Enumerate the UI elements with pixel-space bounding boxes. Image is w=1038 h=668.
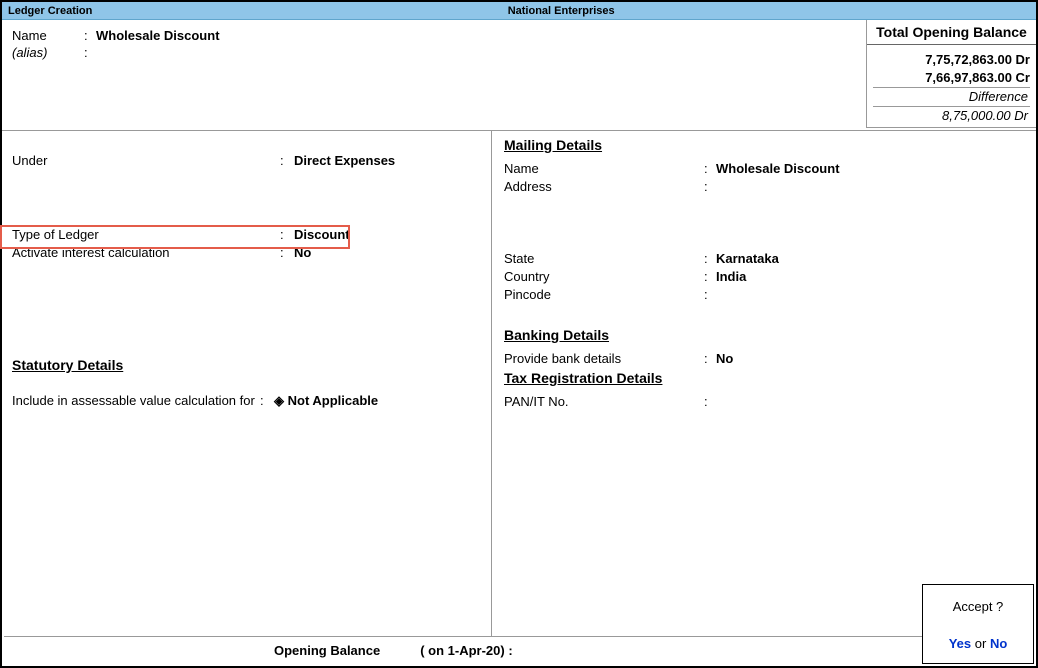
banking-details-heading: Banking Details bbox=[504, 327, 1026, 343]
statutory-details-heading: Statutory Details bbox=[12, 357, 481, 373]
opening-balance-date: ( on 1-Apr-20) : bbox=[420, 643, 512, 658]
activate-interest-label: Activate interest calculation bbox=[12, 245, 280, 260]
opening-balance-label: Opening Balance bbox=[274, 643, 380, 658]
mailing-details-heading: Mailing Details bbox=[504, 137, 1026, 153]
header-area: Name : Wholesale Discount (alias) : Tota… bbox=[2, 20, 1036, 130]
name-label: Name bbox=[12, 28, 84, 43]
accept-options: Yes or No bbox=[923, 636, 1033, 651]
type-of-ledger-label: Type of Ledger bbox=[12, 227, 280, 242]
accept-question: Accept ? bbox=[923, 599, 1033, 614]
assessable-label: Include in assessable value calculation … bbox=[12, 393, 260, 408]
title-company-name: National Enterprises bbox=[92, 5, 1030, 17]
opening-balance-cr: 7,66,97,863.00 Cr bbox=[873, 69, 1030, 87]
provide-bank-details-label: Provide bank details bbox=[504, 351, 704, 366]
accept-or-text: or bbox=[971, 636, 990, 651]
mailing-name-label: Name bbox=[504, 161, 704, 176]
colon: : bbox=[280, 227, 294, 242]
under-value[interactable]: Direct Expenses bbox=[294, 153, 395, 168]
alias-label: (alias) bbox=[12, 45, 84, 60]
pincode-label: Pincode bbox=[504, 287, 704, 302]
colon: : bbox=[280, 153, 294, 168]
mailing-address-label: Address bbox=[504, 179, 704, 194]
pan-label: PAN/IT No. bbox=[504, 394, 704, 409]
accept-dialog: Accept ? Yes or No bbox=[922, 584, 1034, 664]
colon: : bbox=[704, 351, 716, 366]
provide-bank-details-value[interactable]: No bbox=[716, 351, 733, 366]
title-bar: Ledger Creation National Enterprises bbox=[2, 2, 1036, 20]
opening-balance-diff-label: Difference bbox=[873, 87, 1030, 107]
opening-balance-diff-value: 8,75,000.00 Dr bbox=[873, 107, 1030, 125]
country-label: Country bbox=[504, 269, 704, 284]
opening-balance-dr: 7,75,72,863.00 Dr bbox=[873, 51, 1030, 69]
colon: : bbox=[84, 45, 96, 60]
colon: : bbox=[704, 287, 716, 302]
colon: : bbox=[280, 245, 294, 260]
tax-registration-heading: Tax Registration Details bbox=[504, 370, 1026, 386]
activate-interest-value[interactable]: No bbox=[294, 245, 311, 260]
mailing-name-value[interactable]: Wholesale Discount bbox=[716, 161, 840, 176]
total-opening-balance-panel: Total Opening Balance 7,75,72,863.00 Dr … bbox=[866, 20, 1036, 128]
total-opening-balance-title: Total Opening Balance bbox=[867, 20, 1036, 45]
colon: : bbox=[704, 269, 716, 284]
under-label: Under bbox=[12, 153, 280, 168]
colon: : bbox=[260, 393, 274, 408]
accept-no-button[interactable]: No bbox=[990, 636, 1007, 651]
accept-yes-button[interactable]: Yes bbox=[949, 636, 971, 651]
country-value[interactable]: India bbox=[716, 269, 746, 284]
state-value[interactable]: Karnataka bbox=[716, 251, 779, 266]
colon: : bbox=[704, 161, 716, 176]
right-pane: Mailing Details Name : Wholesale Discoun… bbox=[492, 131, 1036, 637]
colon: : bbox=[704, 179, 716, 194]
main-area: Under : Direct Expenses Type of Ledger :… bbox=[2, 131, 1036, 637]
left-pane: Under : Direct Expenses Type of Ledger :… bbox=[2, 131, 492, 637]
assessable-value[interactable]: ◈ Not Applicable bbox=[274, 393, 378, 409]
colon: : bbox=[84, 28, 96, 43]
bottom-bar: Opening Balance ( on 1-Apr-20) : bbox=[4, 636, 1034, 664]
ledger-name-value[interactable]: Wholesale Discount bbox=[96, 28, 220, 43]
title-screen-name: Ledger Creation bbox=[8, 5, 92, 17]
colon: : bbox=[704, 394, 716, 409]
colon: : bbox=[704, 251, 716, 266]
state-label: State bbox=[504, 251, 704, 266]
type-of-ledger-value[interactable]: Discount bbox=[294, 227, 350, 242]
